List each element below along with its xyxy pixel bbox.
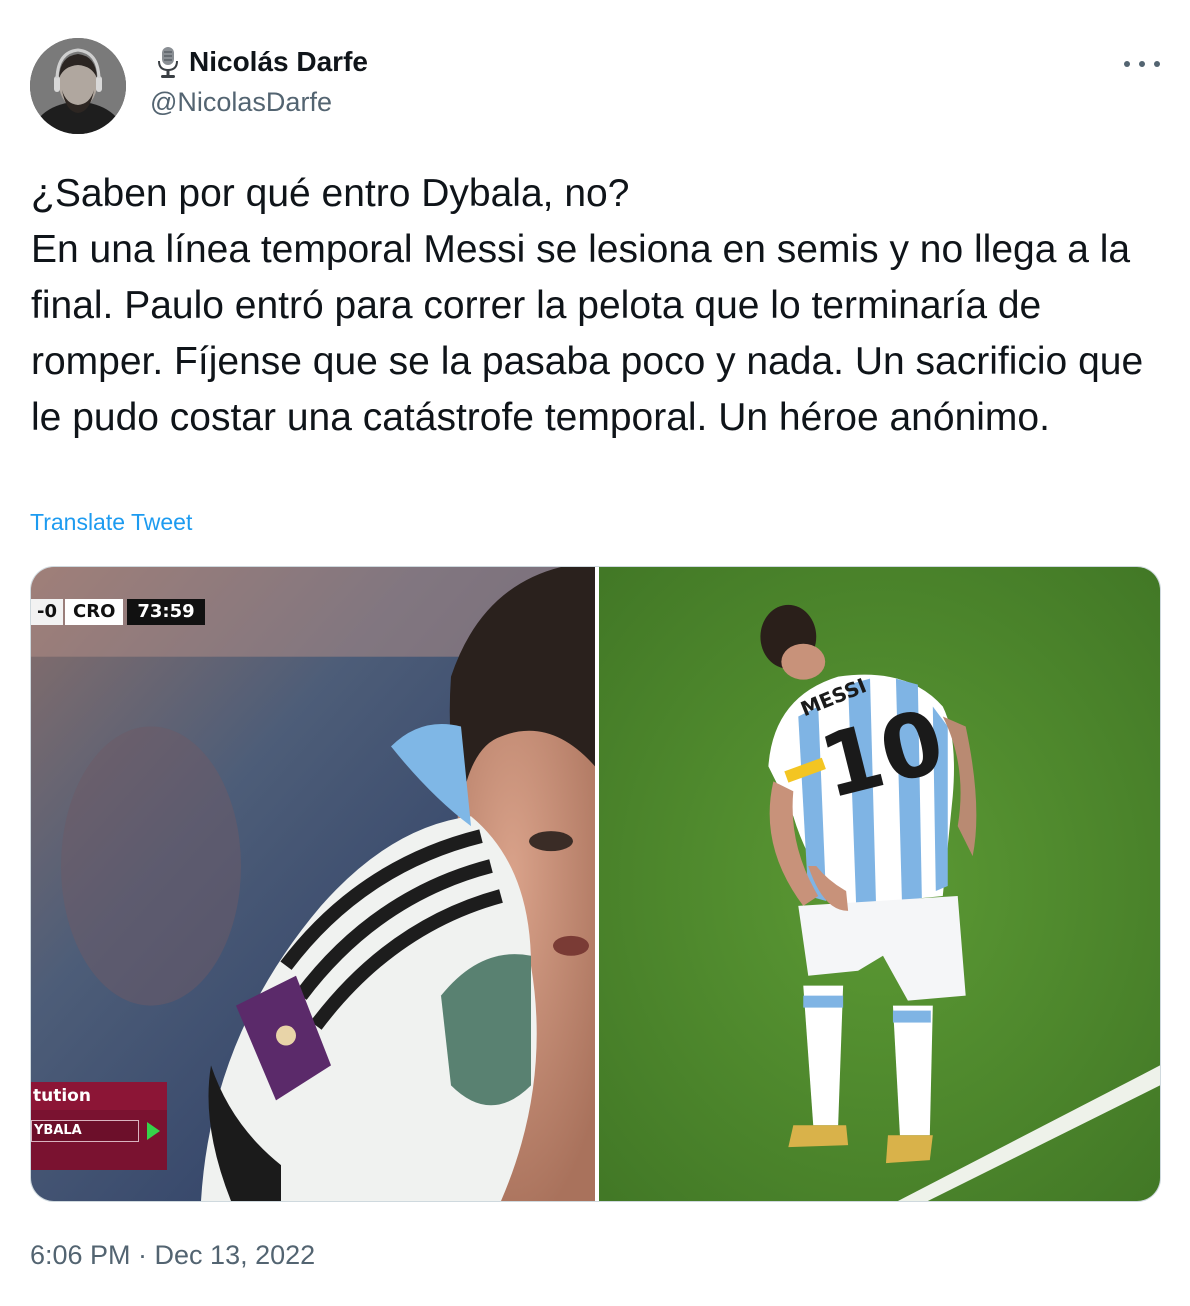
photo-messi-image: MESSI 10 [599, 567, 1160, 1201]
tweet-text: ¿Saben por qué entro Dybala, no? En una … [31, 172, 1144, 439]
tweet-photo-dybala[interactable]: -0 CRO 73:59 tution YBALA [31, 567, 595, 1201]
tweet-media-grid: -0 CRO 73:59 tution YBALA MESSI 10 [30, 566, 1161, 1202]
more-horizontal-icon [1154, 61, 1160, 67]
play-arrow-icon [147, 1122, 160, 1140]
more-horizontal-icon [1124, 61, 1130, 67]
more-options-button[interactable] [1124, 50, 1160, 78]
author-display-name[interactable]: Nicolás Darfe [155, 45, 368, 79]
author-name-text: Nicolás Darfe [189, 46, 368, 77]
score-value: -0 [31, 599, 63, 625]
author-avatar[interactable] [30, 38, 126, 134]
scorebug: -0 CRO 73:59 [31, 599, 205, 625]
avatar-image [30, 38, 126, 134]
author-handle[interactable]: @NicolasDarfe [150, 87, 332, 118]
substitution-title: tution [31, 1082, 167, 1110]
substitution-player: YBALA [31, 1120, 139, 1142]
match-clock: 73:59 [127, 599, 205, 625]
substitution-graphic: tution YBALA [31, 1082, 167, 1172]
microphone-icon [155, 45, 181, 79]
substitution-body: YBALA [31, 1110, 167, 1170]
tweet-timestamp[interactable]: 6:06 PM · Dec 13, 2022 [30, 1240, 315, 1271]
translate-tweet-link[interactable]: Translate Tweet [30, 509, 192, 536]
tweet-photo-messi[interactable]: MESSI 10 [599, 567, 1160, 1201]
more-horizontal-icon [1139, 61, 1145, 67]
team-code: CRO [65, 599, 124, 625]
